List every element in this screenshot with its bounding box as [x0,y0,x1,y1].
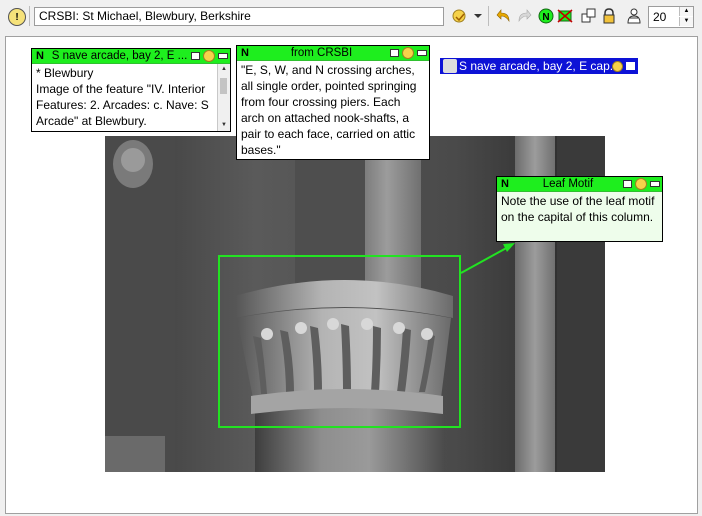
undo-icon[interactable] [496,8,512,24]
note-menu-icon[interactable] [635,178,647,190]
note-line: Arcade" at Blewbury. [36,114,147,128]
hide-notes-icon[interactable] [557,8,573,24]
info-glyph: ! [15,11,19,23]
note-tag-collapsed[interactable]: S nave arcade, bay 2, E cap... [440,58,638,74]
note-title: from CRSBI [290,47,353,59]
note-line: Features: 2. Arcades: c. Nave: S [36,98,209,112]
title-field[interactable]: CRSBI: St Michael, Blewbury, Berkshire [34,7,444,26]
note-crsbi[interactable]: N from CRSBI "E, S, W, and N crossing ar… [236,45,430,160]
note-restore-icon[interactable] [623,180,632,188]
note-restore-icon[interactable] [191,52,200,60]
note-line: Image of the feature "IV. Interior [36,82,206,96]
note-menu-icon[interactable] [402,47,414,59]
note-menu-icon[interactable] [203,50,215,62]
note-title: S nave arcade, bay 2, E cap... [459,59,612,73]
note-blewbury[interactable]: N S nave arcade, bay 2, E ... * Blewbury… [31,48,231,132]
note-scrollbar[interactable]: ▲ ▼ [217,64,230,131]
n-note-icon: N [501,178,509,190]
note-restore-icon[interactable] [390,49,399,57]
thumbnail-icon [443,59,457,73]
note-title: Leaf Motif [542,178,594,190]
new-note-icon[interactable]: N [538,8,554,24]
note-header[interactable]: N Leaf Motif [497,177,662,192]
scroll-up-icon[interactable]: ▲ [218,64,230,75]
note-header[interactable]: N from CRSBI [237,46,429,61]
note-line: * Blewbury [36,66,94,80]
scroll-down-icon[interactable]: ▼ [218,120,230,131]
lock-icon[interactable] [601,8,617,24]
scroll-thumb[interactable] [220,78,227,94]
zoom-down-arrow[interactable]: ▼ [679,17,693,26]
zoom-up-arrow[interactable]: ▲ [679,7,693,16]
note-menu-icon[interactable] [612,60,623,72]
svg-text:N: N [542,12,549,23]
note-leaf-motif[interactable]: N Leaf Motif Note the use of the leaf mo… [496,176,663,242]
note-header[interactable]: N S nave arcade, bay 2, E ... [32,49,230,64]
fit-icon[interactable] [581,8,597,24]
toolbar: ! CRSBI: St Michael, Blewbury, Berkshire… [0,0,702,33]
note-minimize-icon[interactable] [650,181,660,187]
note-body: * Blewbury Image of the feature "IV. Int… [32,64,230,130]
info-icon[interactable]: ! [8,8,26,26]
dropdown-icon[interactable] [470,8,486,24]
n-note-icon: N [36,50,44,62]
note-body: Note the use of the leaf motif on the ca… [501,194,655,224]
view-menu-icon[interactable] [451,8,467,24]
toolbar-separator [29,6,30,26]
users-icon[interactable] [626,8,642,24]
note-minimize-icon[interactable] [417,50,427,56]
note-restore-icon[interactable] [626,62,635,70]
note-minimize-icon[interactable] [218,53,228,59]
annotation-region[interactable] [218,255,461,428]
zoom-input[interactable] [649,7,675,27]
toolbar-separator [488,6,489,26]
n-note-icon: N [241,47,249,59]
redo-icon[interactable] [516,8,532,24]
zoom-stepper[interactable]: ▲ ▼ [648,6,694,28]
note-title: S nave arcade, bay 2, E ... [51,50,188,62]
note-body: "E, S, W, and N crossing arches, all sin… [241,63,417,157]
